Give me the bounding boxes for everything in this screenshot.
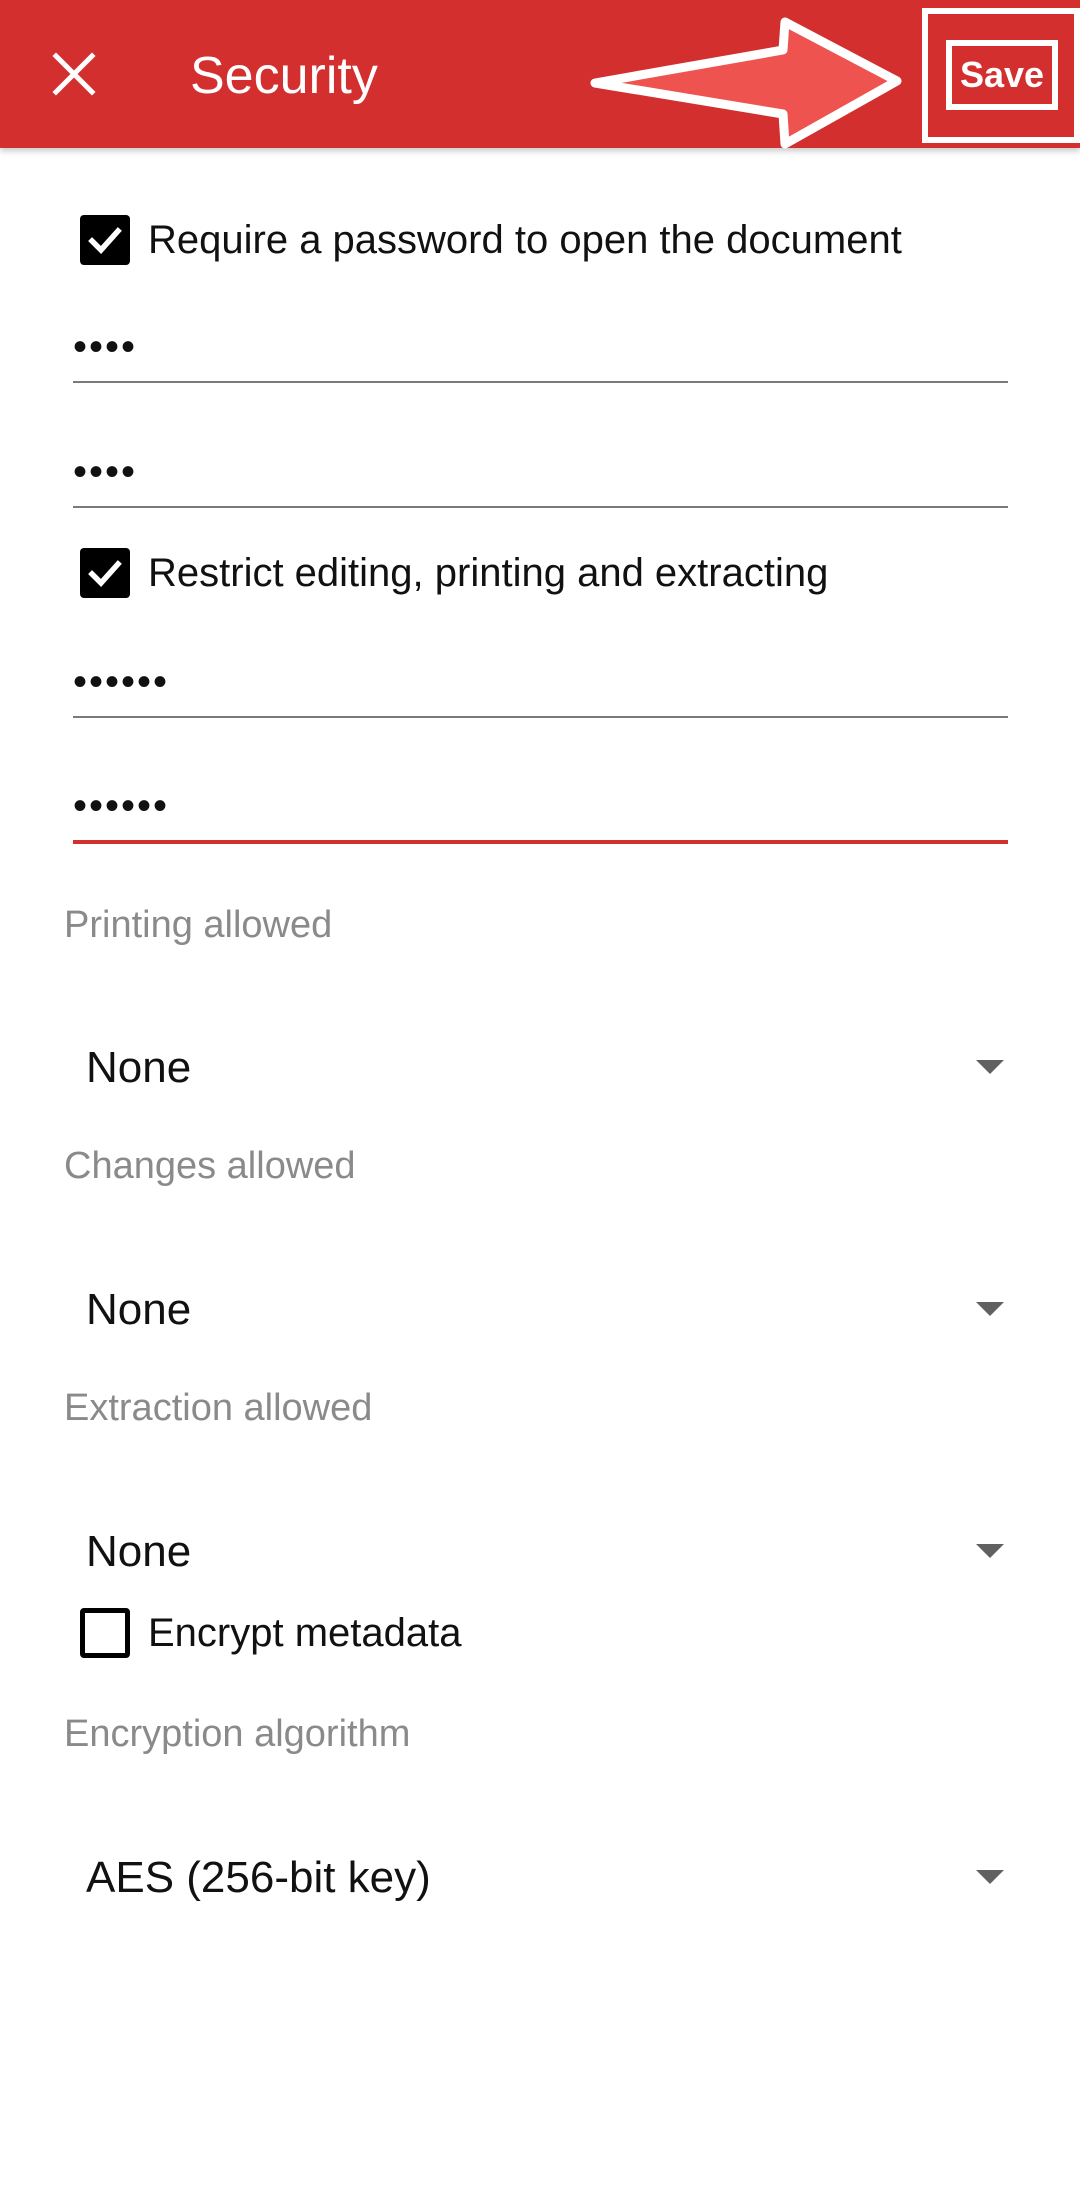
restrict-permissions-label: Restrict editing, printing and extractin… bbox=[148, 551, 829, 595]
encryption-algorithm-value: AES (256-bit key) bbox=[86, 1853, 431, 1902]
open-password-confirm-field[interactable]: •••• bbox=[73, 428, 1008, 508]
printing-allowed-value: None bbox=[86, 1043, 192, 1092]
dropdown-arrow-icon bbox=[976, 1544, 1004, 1558]
dropdown-arrow-icon bbox=[976, 1060, 1004, 1074]
extraction-allowed-select[interactable]: None bbox=[64, 1506, 1014, 1596]
save-button[interactable]: Save bbox=[946, 40, 1058, 110]
dropdown-arrow-icon bbox=[976, 1302, 1004, 1316]
extraction-allowed-label: Extraction allowed bbox=[64, 1387, 373, 1429]
app-bar: Security bbox=[0, 0, 1080, 148]
encryption-algorithm-label: Encryption algorithm bbox=[64, 1713, 411, 1755]
page-title: Security bbox=[190, 47, 378, 105]
restrict-permissions-option[interactable]: Restrict editing, printing and extractin… bbox=[80, 548, 828, 598]
permissions-password-value: •••••• bbox=[73, 660, 170, 704]
open-password-value: •••• bbox=[73, 325, 138, 369]
permissions-password-confirm-field[interactable]: •••••• bbox=[73, 764, 1008, 844]
encrypt-metadata-label: Encrypt metadata bbox=[148, 1611, 462, 1655]
require-open-password-option[interactable]: Require a password to open the document bbox=[80, 215, 902, 265]
restrict-permissions-checkbox[interactable] bbox=[80, 548, 130, 598]
changes-allowed-label: Changes allowed bbox=[64, 1145, 356, 1187]
close-icon bbox=[52, 52, 96, 96]
check-icon bbox=[88, 227, 122, 255]
permissions-password-field[interactable]: •••••• bbox=[73, 638, 1008, 718]
check-icon bbox=[88, 560, 122, 588]
encryption-algorithm-select[interactable]: AES (256-bit key) bbox=[64, 1832, 1014, 1922]
changes-allowed-select[interactable]: None bbox=[64, 1264, 1014, 1354]
require-open-password-checkbox[interactable] bbox=[80, 215, 130, 265]
require-open-password-label: Require a password to open the document bbox=[148, 218, 902, 262]
encrypt-metadata-option[interactable]: Encrypt metadata bbox=[80, 1608, 462, 1658]
open-password-confirm-value: •••• bbox=[73, 450, 138, 494]
printing-allowed-select[interactable]: None bbox=[64, 1022, 1014, 1112]
permissions-password-confirm-value: •••••• bbox=[73, 784, 170, 828]
extraction-allowed-value: None bbox=[86, 1527, 192, 1576]
annotation-arrow-icon bbox=[590, 17, 902, 149]
open-password-field[interactable]: •••• bbox=[73, 303, 1008, 383]
printing-allowed-label: Printing allowed bbox=[64, 904, 333, 946]
dropdown-arrow-icon bbox=[976, 1870, 1004, 1884]
changes-allowed-value: None bbox=[86, 1285, 192, 1334]
encrypt-metadata-checkbox[interactable] bbox=[80, 1608, 130, 1658]
save-highlight-frame: Save bbox=[922, 8, 1080, 143]
close-button[interactable] bbox=[34, 34, 114, 114]
